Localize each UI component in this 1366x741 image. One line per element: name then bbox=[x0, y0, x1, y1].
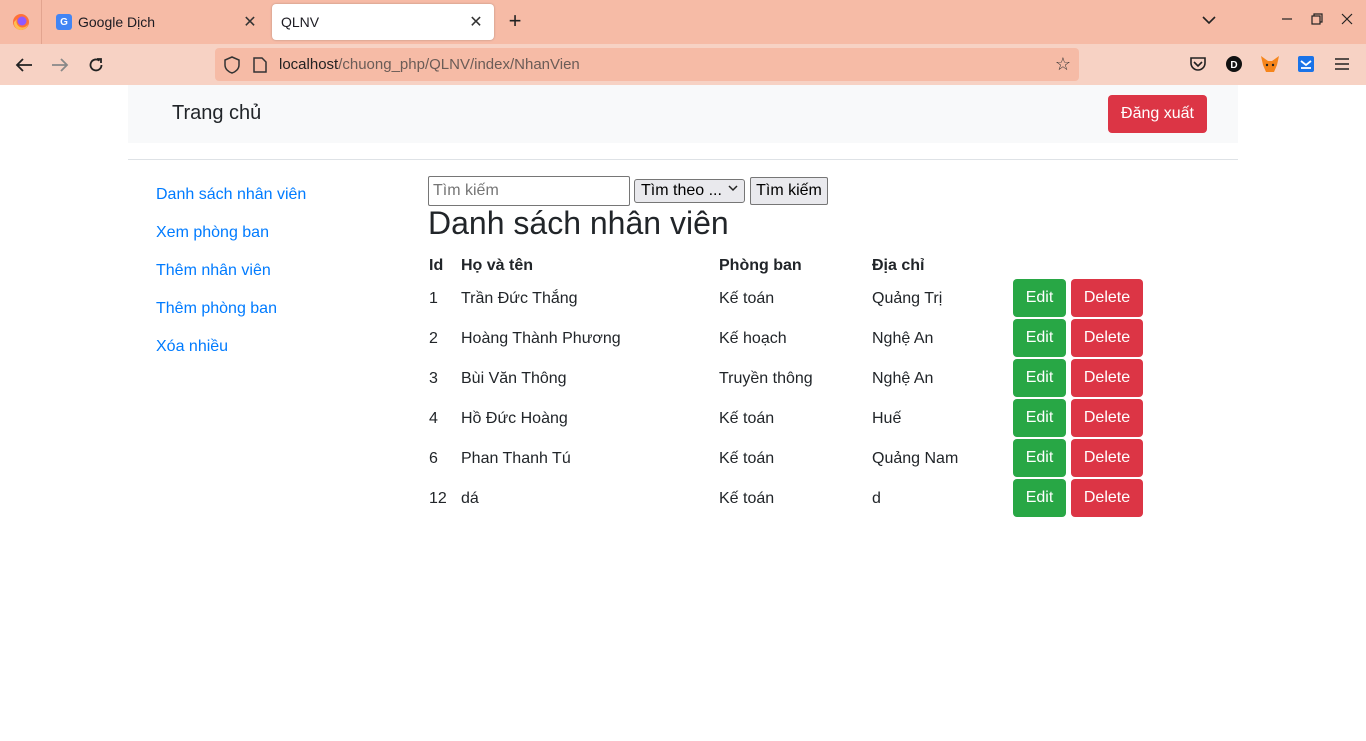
cell-address: d bbox=[872, 490, 881, 507]
extension-blue-icon[interactable] bbox=[1296, 54, 1316, 74]
shield-icon[interactable] bbox=[223, 55, 241, 74]
cell-department: Kế toán bbox=[719, 410, 775, 427]
cell-id: 3 bbox=[429, 370, 438, 387]
address-bar[interactable]: localhost/chuong_php/QLNV/index/NhanVien… bbox=[215, 48, 1079, 81]
url-path: /chuong_php/QLNV/index/NhanVien bbox=[338, 56, 580, 73]
delete-button[interactable]: Delete bbox=[1071, 319, 1143, 357]
back-arrow-icon[interactable] bbox=[12, 53, 36, 77]
bookmark-star-icon[interactable]: ☆ bbox=[1055, 54, 1071, 75]
close-tab-icon[interactable]: ✕ bbox=[240, 12, 260, 32]
sidebar-item-view-departments[interactable]: Xem phòng ban bbox=[156, 224, 269, 242]
reload-icon[interactable] bbox=[84, 53, 108, 77]
restore-icon[interactable] bbox=[1311, 12, 1323, 28]
cell-id: 12 bbox=[429, 490, 447, 507]
firefox-icon bbox=[12, 14, 29, 31]
cell-id: 4 bbox=[429, 410, 438, 427]
sidebar-item-delete-multiple[interactable]: Xóa nhiều bbox=[156, 338, 228, 356]
svg-text:D: D bbox=[1230, 60, 1237, 71]
pocket-icon[interactable] bbox=[1188, 54, 1208, 74]
tab-qlnv[interactable]: QLNV ✕ bbox=[272, 4, 494, 40]
firefox-menu-button[interactable] bbox=[0, 0, 42, 44]
cell-name: dá bbox=[461, 490, 479, 507]
delete-button[interactable]: Delete bbox=[1071, 279, 1143, 317]
forward-arrow-icon[interactable] bbox=[48, 53, 72, 77]
edit-button[interactable]: Edit bbox=[1013, 399, 1066, 437]
column-header-department: Phòng ban bbox=[719, 257, 802, 274]
tab-google-translate[interactable]: G Google Dịch ✕ bbox=[48, 4, 268, 40]
edit-button[interactable]: Edit bbox=[1013, 279, 1066, 317]
tab-title: Google Dịch bbox=[78, 14, 156, 30]
browser-tab-bar: G Google Dịch ✕ QLNV ✕ + bbox=[0, 0, 1366, 44]
cell-name: Phan Thanh Tú bbox=[461, 450, 571, 467]
cell-name: Hồ Đức Hoàng bbox=[461, 410, 568, 427]
sidebar-item-add-employee[interactable]: Thêm nhân viên bbox=[156, 262, 271, 280]
url-host: localhost bbox=[279, 56, 339, 73]
top-navbar: Trang chủ Đăng xuất bbox=[128, 85, 1238, 143]
logout-button[interactable]: Đăng xuất bbox=[1108, 95, 1207, 133]
divider bbox=[128, 159, 1238, 160]
delete-button[interactable]: Delete bbox=[1071, 479, 1143, 517]
close-window-icon[interactable] bbox=[1341, 12, 1353, 28]
cell-name: Hoàng Thành Phương bbox=[461, 330, 621, 347]
cell-department: Kế hoạch bbox=[719, 330, 787, 347]
cell-name: Bùi Văn Thông bbox=[461, 370, 567, 387]
cell-address: Nghệ An bbox=[872, 370, 934, 387]
cell-address: Huế bbox=[872, 410, 902, 427]
sidebar-item-employee-list[interactable]: Danh sách nhân viên bbox=[156, 186, 306, 204]
cell-id: 1 bbox=[429, 290, 438, 307]
search-by-select[interactable]: Tìm theo ... bbox=[634, 179, 745, 203]
search-input[interactable] bbox=[428, 176, 630, 206]
sidebar-item-add-department[interactable]: Thêm phòng ban bbox=[156, 300, 277, 318]
tab-title: QLNV bbox=[281, 14, 320, 30]
close-tab-icon[interactable]: ✕ bbox=[466, 12, 486, 32]
home-link[interactable]: Trang chủ bbox=[172, 102, 261, 125]
cell-department: Truyền thông bbox=[719, 370, 813, 387]
delete-button[interactable]: Delete bbox=[1071, 439, 1143, 477]
cell-id: 6 bbox=[429, 450, 438, 467]
cell-department: Kế toán bbox=[719, 490, 775, 507]
cell-name: Trần Đức Thắng bbox=[461, 290, 578, 307]
column-header-address: Địa chỉ bbox=[872, 257, 925, 274]
list-tabs-chevron-icon[interactable] bbox=[1202, 12, 1216, 28]
cell-address: Quảng Trị bbox=[872, 290, 943, 307]
delete-button[interactable]: Delete bbox=[1071, 359, 1143, 397]
edit-button[interactable]: Edit bbox=[1013, 479, 1066, 517]
page-title: Danh sách nhân viên bbox=[428, 205, 729, 241]
minimize-icon[interactable] bbox=[1281, 12, 1293, 28]
metamask-fox-icon[interactable] bbox=[1260, 54, 1280, 74]
extension-d-icon[interactable]: D bbox=[1224, 54, 1244, 74]
google-translate-icon: G bbox=[56, 14, 72, 30]
chevron-down-icon bbox=[728, 183, 738, 195]
column-header-name: Họ và tên bbox=[461, 257, 534, 274]
cell-department: Kế toán bbox=[719, 290, 775, 307]
search-by-select-value: Tìm theo ... bbox=[641, 182, 722, 199]
edit-button[interactable]: Edit bbox=[1013, 439, 1066, 477]
new-tab-button[interactable]: + bbox=[504, 10, 526, 34]
cell-address: Nghệ An bbox=[872, 330, 934, 347]
hamburger-menu-icon[interactable] bbox=[1332, 54, 1352, 74]
search-button[interactable]: Tìm kiếm bbox=[750, 177, 828, 205]
edit-button[interactable]: Edit bbox=[1013, 359, 1066, 397]
cell-department: Kế toán bbox=[719, 450, 775, 467]
page-info-icon[interactable] bbox=[253, 56, 267, 73]
column-header-id: Id bbox=[429, 257, 444, 274]
cell-address: Quảng Nam bbox=[872, 450, 959, 467]
delete-button[interactable]: Delete bbox=[1071, 399, 1143, 437]
edit-button[interactable]: Edit bbox=[1013, 319, 1066, 357]
cell-id: 2 bbox=[429, 330, 438, 347]
url-text: localhost/chuong_php/QLNV/index/NhanVien bbox=[279, 56, 580, 73]
